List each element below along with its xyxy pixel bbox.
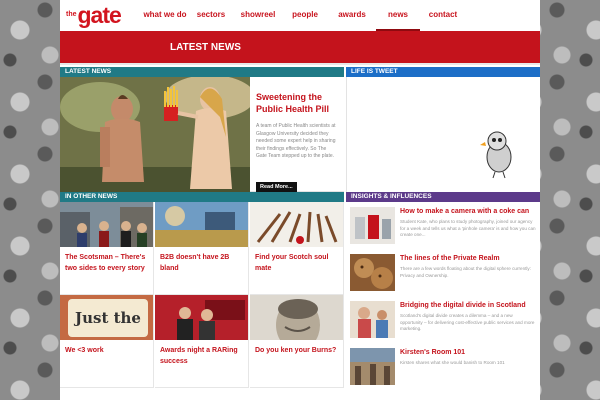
news-tile[interactable]: B2B doesn't have 2B bland (155, 202, 249, 295)
news-tile-title: B2B doesn't have 2B bland (160, 254, 230, 272)
scotch-image (250, 202, 343, 247)
insight-excerpt: There are a few words floating about the… (400, 266, 531, 278)
tweet-panel (346, 77, 540, 192)
latest-news-excerpt: A team of Public Health scientists at Gl… (256, 123, 336, 159)
latest-news-text: Sweetening the Public Health Pill A team… (250, 77, 344, 192)
news-tile-title: Awards night a RARing success (160, 347, 238, 365)
insight-item[interactable]: The lines of the Private Realm There are… (346, 249, 540, 296)
nav-item-contact[interactable]: contact (420, 0, 466, 31)
nav-item-news[interactable]: news (376, 0, 420, 31)
other-news-header: IN OTHER NEWS (60, 192, 344, 202)
scotch-photo (250, 202, 343, 247)
coke-can-thumb (350, 207, 395, 244)
insight-excerpt: Scotland's digital divide creates a dile… (400, 313, 535, 331)
latest-news-header: LATEST NEWS (60, 67, 344, 77)
insights-header: INSIGHTS & INFLUENCES (346, 192, 540, 202)
awards-image (155, 295, 248, 340)
news-tile[interactable]: Do you ken your Burns? (250, 295, 344, 388)
scotsman-image (60, 202, 153, 247)
insight-item[interactable]: Bridging the digital divide in Scotland … (346, 296, 540, 343)
nav-item-showreel[interactable]: showreel (234, 0, 282, 31)
news-tile-title: The Scotsman – There's two sides to ever… (65, 254, 146, 272)
nav-item-awards[interactable]: awards (328, 0, 376, 31)
latest-news-title[interactable]: Sweetening the Public Health Pill (256, 91, 338, 115)
insight-title: How to make a camera with a coke can (400, 208, 530, 215)
latest-news-feature[interactable]: Sweetening the Public Health Pill A team… (60, 77, 344, 192)
scotsman-photo (60, 202, 153, 247)
logo-main-text: gate (77, 2, 122, 28)
page-title: LATEST NEWS (170, 42, 241, 53)
page-banner: LATEST NEWS (60, 31, 540, 65)
painting-illustration (60, 77, 250, 192)
logo-small-text: the (66, 11, 77, 18)
burns-photo (250, 295, 343, 340)
news-tile[interactable]: Awards night a RARing success (155, 295, 249, 388)
cookies-image (350, 254, 395, 291)
insight-text: The lines of the Private Realm There are… (395, 254, 536, 296)
family-image (350, 301, 395, 338)
right-column: LIFE IS TWEET INSIGHTS & INFLUENCES How … (346, 67, 540, 390)
nav-item-people[interactable]: people (282, 0, 328, 31)
just-the-sign: Just the (68, 299, 148, 337)
b2b-photo (155, 202, 248, 247)
other-news-grid: The Scotsman – There's two sides to ever… (60, 202, 344, 388)
news-tile[interactable]: Just the We <3 work (60, 295, 154, 388)
tweet-header: LIFE IS TWEET (346, 67, 540, 77)
room-101-image (350, 348, 395, 385)
insight-item[interactable]: Kirsten's Room 101 Kirsten shares what s… (346, 343, 540, 390)
page: the gate what we do sectors showreel people… (60, 0, 540, 400)
insight-text: Bridging the digital divide in Scotland … (395, 301, 536, 343)
top-bar: the gate what we do sectors showreel people… (60, 0, 540, 31)
private-realm-thumb (350, 254, 395, 291)
insight-text: How to make a camera with a coke can Stu… (395, 207, 536, 249)
awards-photo (155, 295, 248, 340)
room-101-thumb (350, 348, 395, 385)
news-tile[interactable]: The Scotsman – There's two sides to ever… (60, 202, 154, 295)
insight-title: Kirsten's Room 101 (400, 349, 466, 356)
digital-divide-thumb (350, 301, 395, 338)
insight-excerpt: Student Kate, who plans to study photogr… (400, 219, 536, 237)
insight-excerpt: Kirsten shares what she would banish to … (400, 360, 505, 365)
b2b-image (155, 202, 248, 247)
insight-title: Bridging the digital divide in Scotland (400, 302, 526, 309)
nav-item-sectors[interactable]: sectors (188, 0, 234, 31)
nav-item-what-we-do[interactable]: what we do (142, 0, 188, 31)
news-tile-title: We <3 work (65, 347, 104, 354)
news-tile[interactable]: Find your Scotch soul mate (250, 202, 344, 295)
insight-title: The lines of the Private Realm (400, 255, 500, 262)
left-column: LATEST NEWS Sweetening the Public Health… (60, 67, 344, 388)
insight-item[interactable]: How to make a camera with a coke can Stu… (346, 202, 540, 249)
bird-mascot-icon (480, 131, 512, 179)
insights-list: How to make a camera with a coke can Stu… (346, 202, 540, 390)
main-nav: what we do sectors showreel people awards new… (142, 0, 466, 31)
read-more-button[interactable]: Read More... (256, 182, 297, 192)
burns-image (250, 295, 343, 340)
adam-and-eve-painting[interactable] (60, 77, 250, 192)
coke-can-image (350, 207, 395, 244)
news-tile-title: Do you ken your Burns? (255, 347, 337, 354)
insight-text: Kirsten's Room 101 Kirsten shares what s… (395, 348, 505, 390)
logo[interactable]: the gate (66, 2, 122, 28)
we-love-work-photo: Just the (60, 295, 153, 340)
news-tile-title: Find your Scotch soul mate (255, 254, 329, 272)
